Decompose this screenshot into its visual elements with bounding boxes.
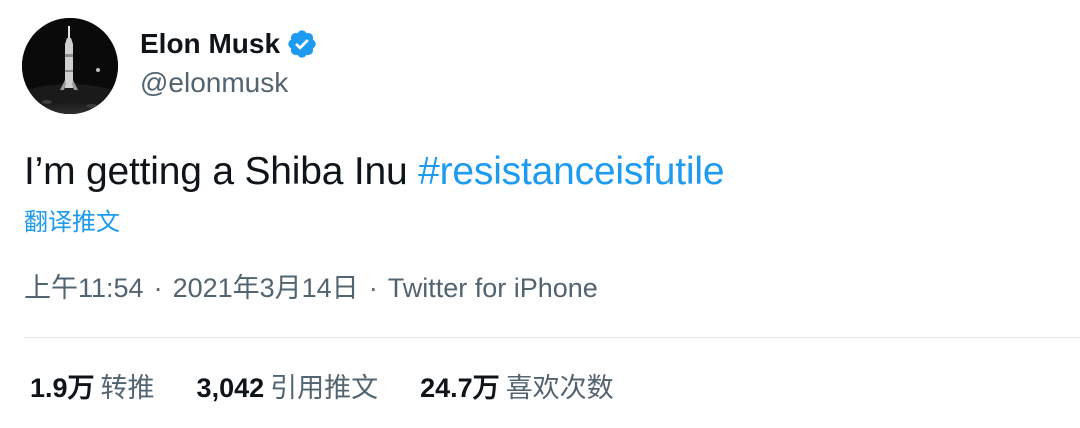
divider [24,337,1080,338]
tweet-body: I’m getting a Shiba Inu [24,150,419,193]
author-name[interactable]: Elon Musk [140,24,280,64]
quotes-label: 引用推文 [270,373,379,403]
translate-tweet-link[interactable]: 翻译推文 [24,206,120,240]
avatar-image [22,18,118,114]
verified-badge-icon [286,28,318,60]
meta-separator: · [153,273,163,303]
tweet-card: Elon Musk @elonmusk I’m getting a Shiba … [0,0,1080,428]
likes-count: 24.7万 [420,373,500,403]
retweets-count: 1.9万 [30,373,95,403]
retweets-stat[interactable]: 1.9万 转推 [30,368,155,408]
tweet-text: I’m getting a Shiba Inu #resistanceisfut… [24,146,725,198]
quotes-count: 3,042 [196,373,265,403]
hashtag-link[interactable]: #resistanceisfutile [418,150,724,193]
author-handle[interactable]: @elonmusk [140,64,288,102]
meta-separator: · [368,273,378,303]
likes-label: 喜欢次数 [505,373,614,403]
avatar[interactable] [22,18,118,114]
retweets-label: 转推 [100,373,155,403]
tweet-date[interactable]: 2021年3月14日 [173,273,359,303]
author-name-row: Elon Musk [140,24,318,64]
tweet-source[interactable]: Twitter for iPhone [388,273,598,303]
tweet-metadata: 上午11:54 · 2021年3月14日 · Twitter for iPhone [24,268,598,308]
quotes-stat[interactable]: 3,042 引用推文 [197,368,379,408]
engagement-stats: 1.9万 转推 3,042 引用推文 24.7万 喜欢次数 [30,368,656,408]
tweet-time[interactable]: 上午11:54 [24,273,144,303]
likes-stat[interactable]: 24.7万 喜欢次数 [420,368,614,408]
